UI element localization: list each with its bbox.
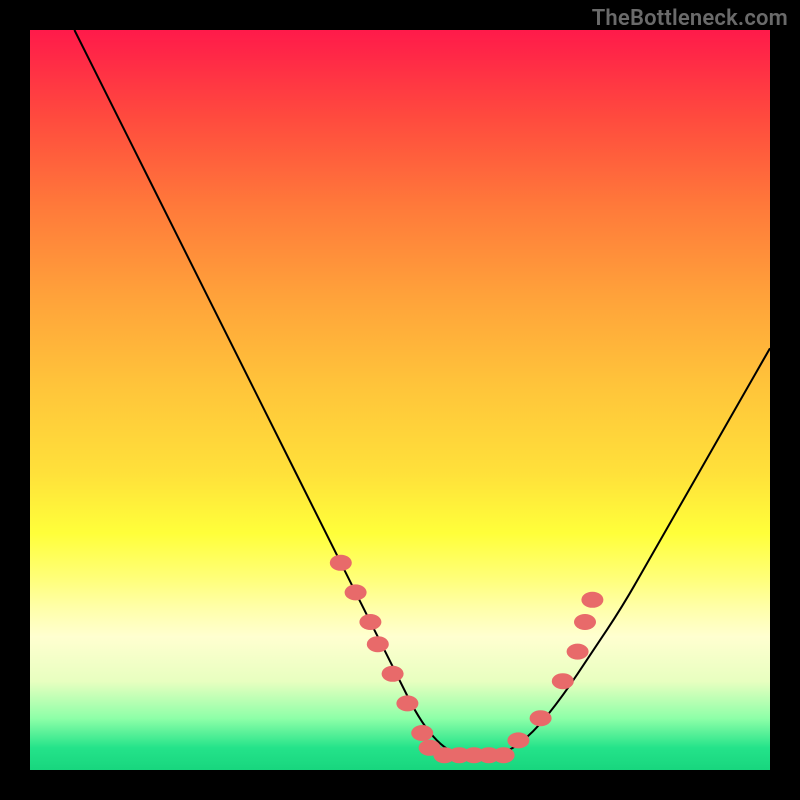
chart-plot — [30, 30, 770, 770]
data-marker — [552, 673, 574, 689]
data-marker — [530, 710, 552, 726]
data-marker — [507, 732, 529, 748]
data-marker — [330, 555, 352, 571]
data-marker — [581, 592, 603, 608]
data-marker — [345, 584, 367, 600]
marker-layer — [330, 555, 604, 763]
data-marker — [567, 644, 589, 660]
data-marker — [359, 614, 381, 630]
data-marker — [367, 636, 389, 652]
data-marker — [493, 747, 515, 763]
data-marker — [382, 666, 404, 682]
data-marker — [396, 695, 418, 711]
attribution-label: TheBottleneck.com — [592, 6, 788, 31]
data-marker — [411, 725, 433, 741]
curve-line — [74, 30, 770, 755]
data-marker — [574, 614, 596, 630]
